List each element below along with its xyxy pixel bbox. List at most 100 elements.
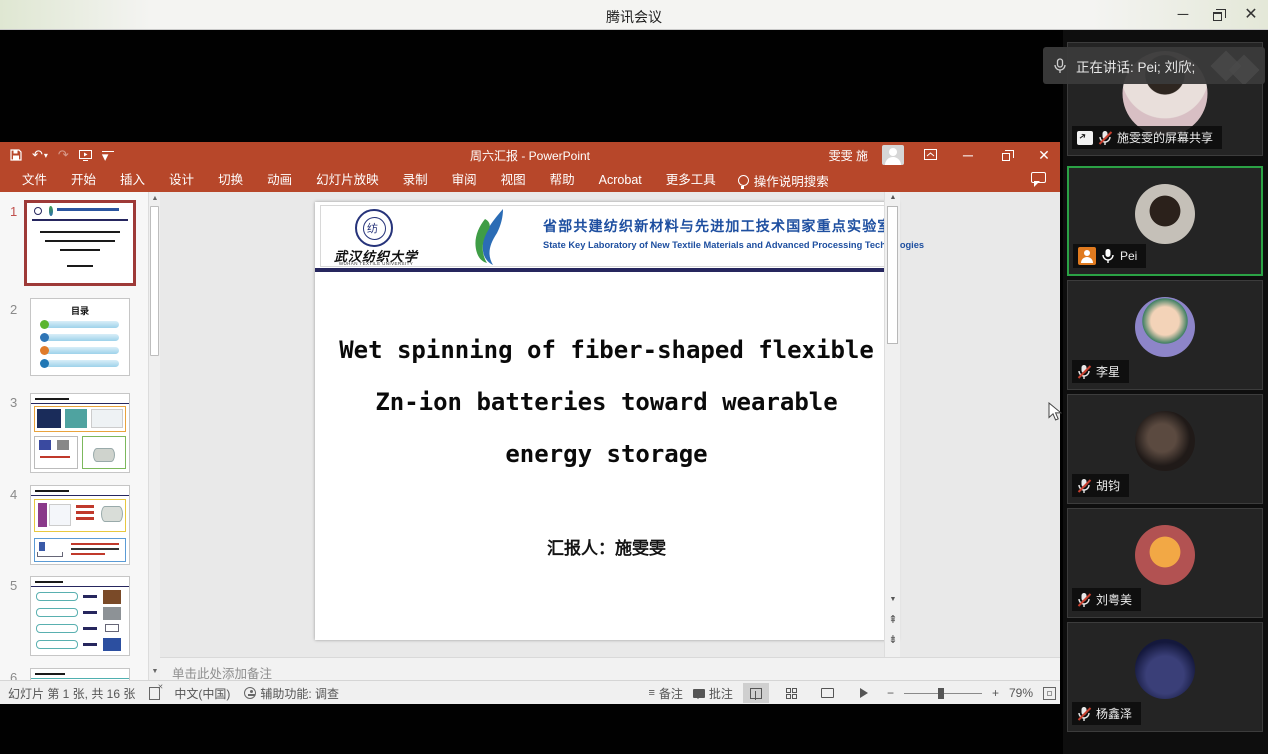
fit-to-window-icon[interactable]: [1043, 687, 1056, 700]
tab-more-tools[interactable]: 更多工具: [654, 168, 728, 192]
tab-insert[interactable]: 插入: [108, 168, 157, 192]
tab-transitions[interactable]: 切换: [206, 168, 255, 192]
close-icon[interactable]: ✕: [1234, 0, 1268, 29]
avatar: [1135, 639, 1195, 699]
accessibility-status[interactable]: 辅助功能: 调查: [244, 685, 339, 702]
ppt-titlebar: ↶▾ ↷ ▾ 周六汇报 - PowerPoint 雯雯 施 ─: [0, 142, 1060, 168]
meeting-window-title: 腾讯会议: [0, 7, 1268, 27]
thumbnail-slide-4[interactable]: [30, 485, 130, 565]
tab-home[interactable]: 开始: [59, 168, 108, 192]
thumbnail-slide-5[interactable]: [30, 576, 130, 656]
tab-file[interactable]: 文件: [10, 168, 59, 192]
shared-screen-area: ↶▾ ↷ ▾ 周六汇报 - PowerPoint 雯雯 施 ─: [0, 30, 1063, 754]
ppt-restore-icon[interactable]: [994, 147, 1018, 163]
participant-nametag: 李星: [1072, 360, 1129, 383]
slideshow-button[interactable]: [851, 683, 877, 703]
participant-tile-yangxinze[interactable]: 杨鑫泽: [1067, 622, 1263, 732]
speaking-text: 正在讲话: Pei; 刘欣;: [1076, 56, 1195, 76]
comment-icon: [693, 689, 705, 698]
mic-icon: [1101, 248, 1115, 264]
slide-1[interactable]: 武汉纺织大学 WUHAN TEXTILE UNIVERSITY 省部共建纺织新材…: [315, 202, 898, 640]
lab-name-en: State Key Laboratory of New Textile Mate…: [543, 240, 899, 250]
zoom-out-button[interactable]: −: [887, 686, 894, 700]
mic-muted-icon: [1077, 364, 1091, 380]
ppt-body: 1 2 目录: [0, 192, 1060, 680]
comments-bubble-icon[interactable]: [1031, 172, 1046, 183]
tab-slideshow[interactable]: 幻灯片放映: [304, 168, 391, 192]
powerpoint-window: ↶▾ ↷ ▾ 周六汇报 - PowerPoint 雯雯 施 ─: [0, 142, 1060, 704]
slide-header: 武汉纺织大学 WUHAN TEXTILE UNIVERSITY 省部共建纺织新材…: [320, 205, 893, 267]
host-badge-icon: [1078, 247, 1096, 265]
tab-view[interactable]: 视图: [489, 168, 538, 192]
reading-view-button[interactable]: [815, 683, 841, 703]
slide-number: 6: [10, 670, 17, 680]
lab-logo-icon: [469, 207, 517, 267]
zoom-slider-thumb[interactable]: [938, 688, 944, 699]
notes-pane[interactable]: 单击此处添加备注: [160, 657, 1060, 680]
next-slide-icon[interactable]: ⇟: [885, 633, 901, 646]
previous-slide-icon[interactable]: ⇞: [885, 613, 901, 626]
speaking-mic-icon: [1053, 58, 1067, 74]
mouse-cursor-icon: [1048, 402, 1062, 422]
scrollbar-thumb[interactable]: [887, 206, 898, 344]
tab-animations[interactable]: 动画: [255, 168, 304, 192]
ppt-minimize-icon[interactable]: ─: [956, 147, 980, 163]
participant-nametag: Pei: [1073, 244, 1146, 268]
minimize-icon[interactable]: ─: [1166, 0, 1200, 29]
meeting-titlebar: 腾讯会议 ─ ✕: [0, 0, 1268, 30]
normal-view-button[interactable]: [743, 683, 769, 703]
zoom-in-button[interactable]: +: [992, 686, 999, 700]
zoom-level[interactable]: 79%: [1009, 686, 1033, 700]
participant-tile-hujun[interactable]: 胡钧: [1067, 394, 1263, 504]
university-name-en: WUHAN TEXTILE UNIVERSITY: [321, 261, 431, 266]
comments-toggle[interactable]: 批注: [693, 685, 733, 702]
lab-name-cn: 省部共建纺织新材料与先进加工技术国家重点实验室: [543, 216, 893, 236]
ppt-account-name[interactable]: 雯雯 施: [829, 147, 868, 164]
participant-nametag: 胡钧: [1072, 474, 1129, 497]
notes-toggle[interactable]: ≡ 备注: [648, 685, 682, 702]
participant-tile-liuyuemei[interactable]: 刘粤美: [1067, 508, 1263, 618]
spellcheck-icon[interactable]: [149, 687, 160, 700]
toc-title: 目录: [31, 304, 129, 317]
presenter-line: 汇报人：施雯雯: [315, 534, 898, 559]
editor-scrollbar[interactable]: ▲ ▼ ⇞ ⇟: [884, 192, 900, 657]
zoom-slider[interactable]: [904, 693, 982, 694]
slide-title: Wet spinning of fiber-shaped flexible Zn…: [315, 324, 898, 480]
thumbnail-slide-2[interactable]: 目录: [30, 298, 130, 376]
participant-nametag: 刘粤美: [1072, 588, 1141, 611]
tab-help[interactable]: 帮助: [538, 168, 587, 192]
ppt-status-bar: 幻灯片 第 1 张, 共 16 张 中文(中国) 辅助功能: 调查 ≡ 备注: [0, 680, 1060, 704]
ppt-close-icon[interactable]: ✕: [1032, 147, 1056, 164]
tab-acrobat[interactable]: Acrobat: [587, 168, 654, 192]
restore-icon[interactable]: [1200, 0, 1234, 29]
slide-sorter-button[interactable]: [779, 683, 805, 703]
scroll-down-icon[interactable]: ▼: [885, 596, 901, 603]
participants-sidebar: 施雯雯的屏幕共享 Pei 李星: [1063, 30, 1268, 754]
participant-tile-pei[interactable]: Pei: [1067, 166, 1263, 276]
mic-muted-icon: [1077, 706, 1091, 722]
slide-number: 4: [10, 487, 17, 502]
thumbnail-slide-6[interactable]: [30, 668, 130, 680]
tab-design[interactable]: 设计: [157, 168, 206, 192]
scroll-up-icon[interactable]: ▲: [885, 194, 901, 201]
participant-tile-lixing[interactable]: 李星: [1067, 280, 1263, 390]
tab-record[interactable]: 录制: [391, 168, 440, 192]
thumbnail-slide-3[interactable]: [30, 393, 130, 473]
language-indicator[interactable]: 中文(中国): [174, 685, 230, 702]
avatar: [1135, 411, 1195, 471]
slide-counter: 幻灯片 第 1 张, 共 16 张: [8, 685, 135, 702]
participant-nametag: 杨鑫泽: [1072, 702, 1141, 725]
ribbon-display-options-icon[interactable]: [918, 147, 942, 163]
slide-canvas: 武汉纺织大学 WUHAN TEXTILE UNIVERSITY 省部共建纺织新材…: [160, 192, 1044, 657]
tab-review[interactable]: 审阅: [440, 168, 489, 192]
mic-muted-icon: [1098, 130, 1112, 146]
ppt-account-avatar[interactable]: [882, 145, 904, 165]
thumbnail-slide-1[interactable]: [24, 200, 136, 286]
scrollbar-thumb[interactable]: [150, 206, 159, 356]
tell-me-search[interactable]: 操作说明搜索: [728, 171, 829, 190]
avatar: [1135, 184, 1195, 244]
screen-share-icon: [1077, 131, 1093, 145]
thumbnail-scrollbar[interactable]: ▲ ▼: [148, 192, 160, 680]
avatar: [1135, 297, 1195, 357]
slide-number: 1: [10, 204, 17, 219]
